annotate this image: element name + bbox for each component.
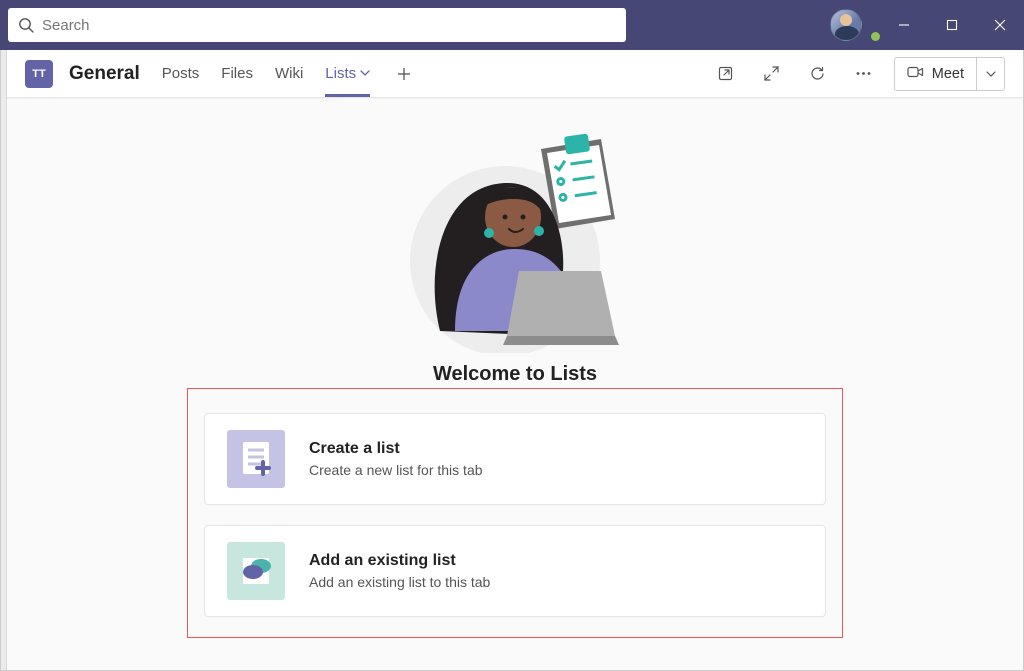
add-existing-list-description: Add an existing list to this tab xyxy=(309,574,490,590)
window-minimize-button[interactable] xyxy=(880,0,928,50)
chevron-down-icon xyxy=(360,65,370,82)
avatar[interactable] xyxy=(830,9,880,41)
video-icon xyxy=(907,65,924,83)
tab-posts[interactable]: Posts xyxy=(162,50,200,97)
open-in-new-window-icon[interactable] xyxy=(710,58,742,90)
more-options-icon[interactable] xyxy=(848,58,880,90)
title-bar xyxy=(0,0,1024,50)
window-maximize-button[interactable] xyxy=(928,0,976,50)
search-icon xyxy=(18,17,34,33)
tab-wiki[interactable]: Wiki xyxy=(275,50,303,97)
team-avatar[interactable]: TT xyxy=(25,60,53,88)
search-box[interactable] xyxy=(8,8,626,42)
meet-button[interactable]: Meet xyxy=(894,57,1005,91)
search-input[interactable] xyxy=(42,17,616,34)
channel-title: General xyxy=(69,63,140,85)
avatar-image xyxy=(830,9,862,41)
presence-available-icon xyxy=(869,30,882,43)
create-list-card[interactable]: Create a list Create a new list for this… xyxy=(204,413,826,505)
channel-header: TT General Posts Files Wiki Lists xyxy=(7,50,1023,98)
channel-tabs: Posts Files Wiki Lists xyxy=(162,50,416,97)
create-list-title: Create a list xyxy=(309,440,483,458)
meet-dropdown[interactable] xyxy=(976,58,1004,90)
tab-lists[interactable]: Lists xyxy=(325,50,370,97)
tab-files[interactable]: Files xyxy=(221,50,253,97)
expand-icon[interactable] xyxy=(756,58,788,90)
meet-label: Meet xyxy=(932,66,964,82)
add-existing-list-card[interactable]: Add an existing list Add an existing lis… xyxy=(204,525,826,617)
create-list-description: Create a new list for this tab xyxy=(309,462,483,478)
tab-lists-label: Lists xyxy=(325,65,356,82)
add-existing-list-icon xyxy=(227,542,285,600)
create-list-icon xyxy=(227,430,285,488)
lists-welcome-area: Welcome to Lists xyxy=(7,98,1023,670)
welcome-title: Welcome to Lists xyxy=(433,363,597,386)
add-tab-button[interactable] xyxy=(392,62,416,86)
refresh-icon[interactable] xyxy=(802,58,834,90)
options-highlight: Create a list Create a new list for this… xyxy=(187,388,843,638)
welcome-illustration xyxy=(395,131,635,353)
window-close-button[interactable] xyxy=(976,0,1024,50)
add-existing-list-title: Add an existing list xyxy=(309,552,490,570)
